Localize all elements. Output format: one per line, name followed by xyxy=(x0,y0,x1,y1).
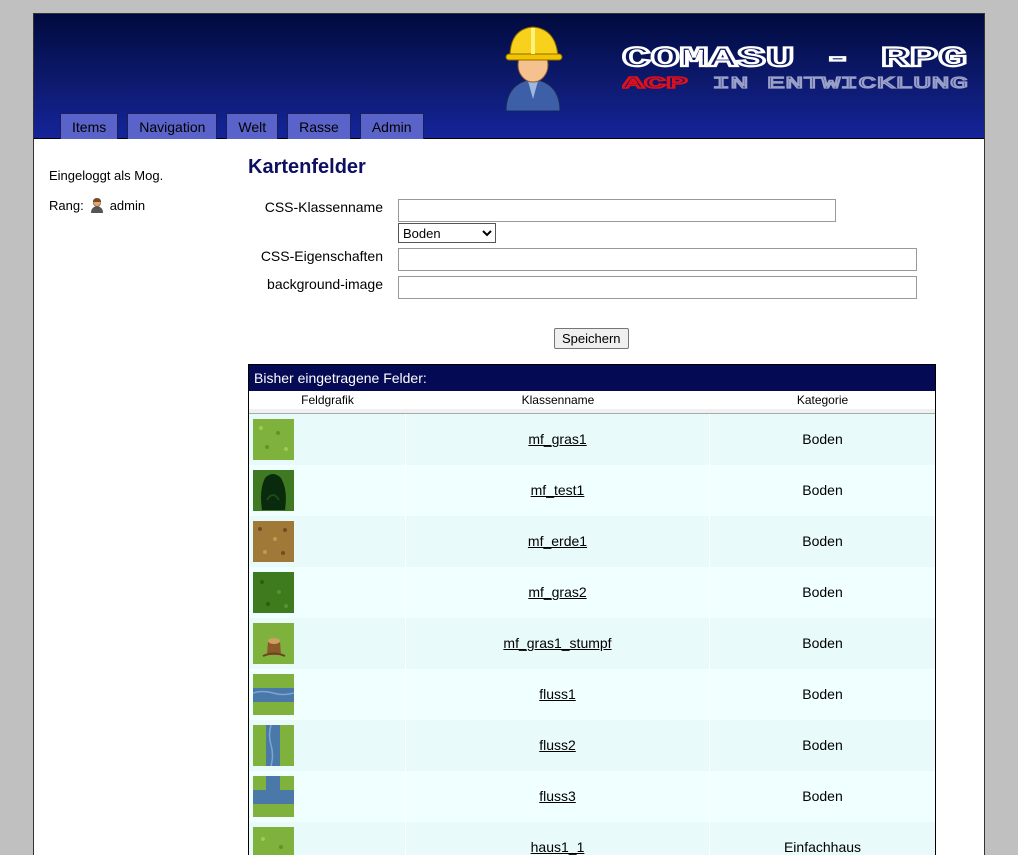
logo-title: COMASU - RPG xyxy=(622,43,968,72)
table-row: haus1_1 Einfachhaus xyxy=(249,822,935,855)
logo-subtitle: ACP IN ENTWICKLUNG xyxy=(622,74,969,92)
css-class-label: CSS-Klassenname xyxy=(264,199,383,215)
category-cell: Boden xyxy=(802,431,843,447)
class-name-link[interactable]: fluss3 xyxy=(539,788,576,804)
table-row: mf_test1 Boden xyxy=(249,465,935,516)
class-name-link[interactable]: haus1_1 xyxy=(531,839,585,855)
css-props-row: CSS-Eigenschaften xyxy=(248,248,383,268)
sidebar: Eingeloggt als Mog. Rang: admin xyxy=(49,168,163,214)
tile-cell xyxy=(249,414,406,465)
class-name-link[interactable]: mf_test1 xyxy=(531,482,585,498)
category-cell: Boden xyxy=(802,686,843,702)
grass-tile-icon xyxy=(253,419,294,460)
table-row: fluss1 Boden xyxy=(249,669,935,720)
dark-grass-tile-icon xyxy=(253,572,294,613)
nav-tab-rasse[interactable]: Rasse xyxy=(287,113,351,139)
tile-cell xyxy=(249,618,406,669)
house-grass-tile-icon xyxy=(253,827,294,855)
nav-tab-navigation[interactable]: Navigation xyxy=(127,113,218,139)
header-banner: COMASU - RPG ACP IN ENTWICKLUNG Items Na… xyxy=(34,14,984,139)
tile-cell xyxy=(249,465,406,516)
dirt-tile-icon xyxy=(253,521,294,562)
class-name-cell: fluss3 xyxy=(406,771,710,822)
css-props-label: CSS-Eigenschaften xyxy=(260,248,383,264)
main-nav: Items Navigation Welt Rasse Admin xyxy=(60,113,433,139)
class-name-cell: mf_gras1 xyxy=(406,414,710,465)
table-column-headers: Feldgrafik Klassenname Kategorie xyxy=(249,391,935,414)
category-cell: Boden xyxy=(802,737,843,753)
table-caption: Bisher eingetragene Felder: xyxy=(249,365,935,391)
category-cell: Boden xyxy=(802,788,843,804)
table-row: fluss3 Boden xyxy=(249,771,935,822)
category-cell: Einfachhaus xyxy=(783,839,862,855)
category-cell: Boden xyxy=(802,635,843,651)
tile-cell xyxy=(249,516,406,567)
river-vertical-tile-icon xyxy=(253,725,294,766)
category-cell: Boden xyxy=(802,533,843,549)
river-horizontal-tile-icon xyxy=(253,674,294,715)
nav-tab-items[interactable]: Items xyxy=(60,113,119,139)
rank-label: Rang: xyxy=(49,197,84,213)
fields-table: Bisher eingetragene Felder: Feldgrafik K… xyxy=(248,364,936,855)
class-name-cell: mf_gras2 xyxy=(406,567,710,618)
bg-image-label: background-image xyxy=(267,276,383,292)
class-name-link[interactable]: fluss2 xyxy=(539,737,576,753)
river-corner-tile-icon xyxy=(253,776,294,817)
css-class-row: CSS-Klassenname xyxy=(248,199,383,219)
rank-value: admin xyxy=(109,197,146,213)
tile-cell xyxy=(249,669,406,720)
column-header-klassenname: Klassenname xyxy=(406,391,710,413)
table-row: mf_gras2 Boden xyxy=(249,567,935,618)
tile-cell xyxy=(249,567,406,618)
admin-user-icon xyxy=(90,198,103,213)
class-name-cell: mf_gras1_stumpf xyxy=(406,618,710,669)
page-title: Kartenfelder xyxy=(248,156,366,178)
table-body: mf_gras1 Boden mf_test1 Boden mf_erde1 B… xyxy=(249,414,935,855)
construction-worker-icon xyxy=(505,26,563,111)
class-name-link[interactable]: fluss1 xyxy=(539,686,576,702)
grass-stump-tile-icon xyxy=(253,623,294,664)
main-content: Kartenfelder CSS-Klassenname Boden CSS-E… xyxy=(248,154,938,855)
bg-image-row: background-image xyxy=(248,276,383,296)
page-frame: COMASU - RPG ACP IN ENTWICKLUNG Items Na… xyxy=(33,13,985,855)
class-name-cell: mf_test1 xyxy=(406,465,710,516)
table-row: fluss2 Boden xyxy=(249,720,935,771)
column-header-kategorie: Kategorie xyxy=(710,391,935,413)
category-cell: Boden xyxy=(802,482,843,498)
table-row: mf_erde1 Boden xyxy=(249,516,935,567)
class-name-link[interactable]: mf_erde1 xyxy=(528,533,587,549)
bg-image-input[interactable] xyxy=(398,276,917,299)
css-props-input[interactable] xyxy=(398,248,917,271)
dark-tree-tile-icon xyxy=(253,470,294,511)
class-name-cell: fluss1 xyxy=(406,669,710,720)
category-select[interactable]: Boden xyxy=(398,223,496,243)
class-name-link[interactable]: mf_gras1_stumpf xyxy=(503,635,611,651)
column-header-feldgrafik: Feldgrafik xyxy=(249,391,406,413)
rank-info: Rang: admin xyxy=(49,196,163,214)
class-name-cell: haus1_1 xyxy=(406,822,710,855)
login-status: Eingeloggt als Mog. xyxy=(49,168,164,183)
tile-cell xyxy=(249,771,406,822)
css-class-input[interactable] xyxy=(398,199,836,222)
save-button[interactable]: Speichern xyxy=(554,328,629,349)
class-name-link[interactable]: mf_gras1 xyxy=(528,431,586,447)
table-row: mf_gras1_stumpf Boden xyxy=(249,618,935,669)
svg-text:COMASU - RPG: COMASU - RPG xyxy=(622,44,967,72)
class-name-link[interactable]: mf_gras2 xyxy=(528,584,586,600)
class-name-cell: fluss2 xyxy=(406,720,710,771)
class-name-cell: mf_erde1 xyxy=(406,516,710,567)
tile-cell xyxy=(249,822,406,855)
category-cell: Boden xyxy=(802,584,843,600)
table-row: mf_gras1 Boden xyxy=(249,414,935,465)
svg-text:ACP: ACP xyxy=(622,75,688,92)
nav-tab-welt[interactable]: Welt xyxy=(226,113,279,139)
tile-cell xyxy=(249,720,406,771)
svg-text:IN ENTWICKLUNG: IN ENTWICKLUNG xyxy=(712,75,968,92)
nav-tab-admin[interactable]: Admin xyxy=(359,113,424,139)
